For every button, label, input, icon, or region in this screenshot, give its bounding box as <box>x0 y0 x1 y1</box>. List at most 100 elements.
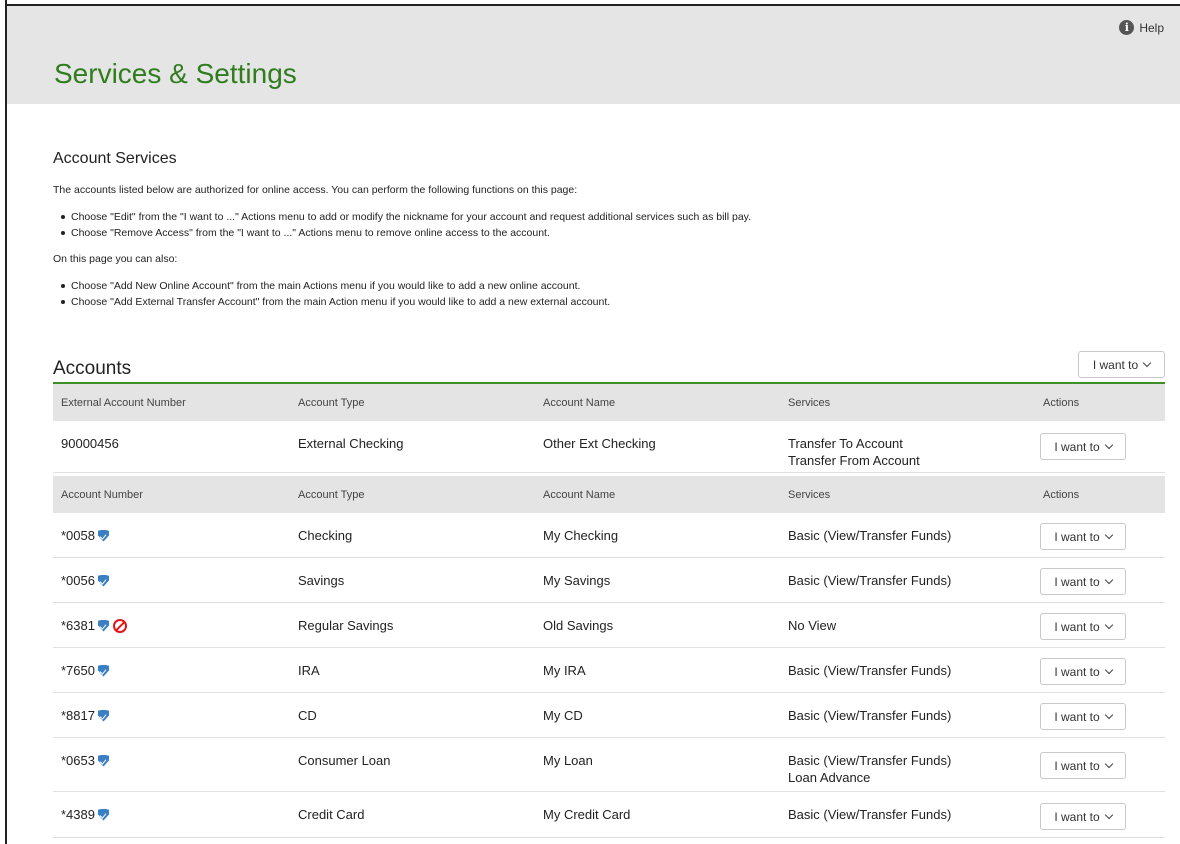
table-header: External Account Number Account Type Acc… <box>53 384 1165 421</box>
shield-icon <box>97 619 109 632</box>
online-accounts-table: Account Number Account Type Account Name… <box>53 476 1165 838</box>
account-number-cell: *0056 <box>53 558 298 589</box>
list-item: Choose "Add External Transfer Account" f… <box>61 294 1165 310</box>
column-header: Account Number <box>61 488 143 501</box>
actions-label: I want to <box>1054 439 1100 454</box>
account-number-cell: *7650 <box>53 648 298 679</box>
accounts-header: Accounts I want to <box>53 351 1165 384</box>
actions-label: I want to <box>1054 619 1100 634</box>
row-actions-dropdown[interactable]: I want to <box>1040 752 1126 779</box>
shield-icon <box>97 709 109 722</box>
info-icon: i <box>1119 20 1135 35</box>
services: No View <box>788 603 1043 634</box>
service-item: Transfer From Account <box>788 453 920 468</box>
table-row: *0058 Checking My Checking Basic (View/T… <box>53 513 1165 558</box>
chevron-down-icon <box>1104 665 1113 674</box>
chevron-down-icon <box>1104 440 1113 449</box>
accounts-title: Accounts <box>53 358 132 379</box>
account-number: *0653 <box>61 753 95 768</box>
account-name: My Checking <box>543 528 619 543</box>
service-item: Basic (View/Transfer Funds) <box>788 807 952 822</box>
chevron-down-icon <box>1104 575 1113 584</box>
shield-icon <box>97 754 109 767</box>
table-row: *0653 Consumer Loan My Loan Basic (View/… <box>53 738 1165 792</box>
service-item: Basic (View/Transfer Funds) <box>788 663 952 678</box>
main-actions-dropdown[interactable]: I want to <box>1078 351 1165 378</box>
chevron-down-icon <box>1104 759 1113 768</box>
list-item: Choose "Edit" from the "I want to ..." A… <box>61 209 1165 225</box>
external-accounts-table: External Account Number Account Type Acc… <box>53 384 1165 473</box>
services: Basic (View/Transfer Funds) Loan Advance <box>788 738 1043 786</box>
row-actions-dropdown[interactable]: I want to <box>1040 568 1126 595</box>
window-left-border <box>5 0 7 844</box>
account-name: Other Ext Checking <box>543 436 656 451</box>
account-number-cell: *6381 <box>53 603 298 634</box>
actions-label: I want to <box>1054 758 1100 773</box>
account-number: 90000456 <box>61 436 119 451</box>
service-item: Basic (View/Transfer Funds) <box>788 753 952 768</box>
account-type: Checking <box>298 528 353 543</box>
chevron-down-icon <box>1104 530 1113 539</box>
help-label: Help <box>1139 20 1164 35</box>
help-link[interactable]: i Help <box>1119 20 1164 35</box>
actions-label: I want to <box>1054 574 1100 589</box>
table-row: *0056 Savings My Savings Basic (View/Tra… <box>53 558 1165 603</box>
account-number: *8817 <box>61 708 95 723</box>
list-item: Choose "Add New Online Account" from the… <box>61 278 1165 294</box>
account-type: IRA <box>298 663 320 678</box>
also-text: On this page you can also: <box>53 253 178 265</box>
actions-label: I want to <box>1054 529 1100 544</box>
account-name: My CD <box>543 708 583 723</box>
account-number: *6381 <box>61 618 95 633</box>
chevron-down-icon <box>1104 620 1113 629</box>
row-actions-dropdown[interactable]: I want to <box>1040 613 1126 640</box>
account-type: External Checking <box>298 436 404 451</box>
account-number-cell: *8817 <box>53 693 298 724</box>
account-number-cell: *4389 <box>53 792 298 823</box>
account-name: My Savings <box>543 573 611 588</box>
services: Basic (View/Transfer Funds) <box>788 513 1043 544</box>
account-number: *4389 <box>61 807 95 822</box>
column-header: Actions <box>1043 488 1080 501</box>
account-type: Credit Card <box>298 807 365 822</box>
section-title: Account Services <box>53 150 177 167</box>
column-header: Account Name <box>543 488 616 501</box>
chevron-down-icon <box>1142 358 1152 367</box>
service-item: Basic (View/Transfer Funds) <box>788 528 952 543</box>
also-list: Choose "Add New Online Account" from the… <box>61 278 1165 310</box>
account-number: *0058 <box>61 528 95 543</box>
actions-label: I want to <box>1092 357 1139 372</box>
row-actions-dropdown[interactable]: I want to <box>1040 803 1126 830</box>
services: Transfer To Account Transfer From Accoun… <box>788 421 1043 469</box>
table-row: *8817 CD My CD Basic (View/Transfer Fund… <box>53 693 1165 738</box>
column-header: Account Type <box>298 396 365 409</box>
actions-label: I want to <box>1054 809 1100 824</box>
actions-label: I want to <box>1054 709 1100 724</box>
service-item: Basic (View/Transfer Funds) <box>788 708 952 723</box>
table-row: *7650 IRA My IRA Basic (View/Transfer Fu… <box>53 648 1165 693</box>
no-view-icon <box>112 618 127 633</box>
table-row: *4389 Credit Card My Credit Card Basic (… <box>53 792 1165 838</box>
account-services-section: Account Services The accounts listed bel… <box>53 150 1165 322</box>
shield-icon <box>97 529 109 542</box>
account-type: Consumer Loan <box>298 753 391 768</box>
page-title: Services & Settings <box>54 58 297 89</box>
row-actions-dropdown[interactable]: I want to <box>1040 658 1126 685</box>
chevron-down-icon <box>1104 810 1113 819</box>
column-header: External Account Number <box>61 396 186 409</box>
account-number-cell: *0058 <box>53 513 298 544</box>
row-actions-dropdown[interactable]: I want to <box>1040 433 1126 460</box>
intro-text: The accounts listed below are authorized… <box>53 184 578 196</box>
chevron-down-icon <box>1104 710 1113 719</box>
services: Basic (View/Transfer Funds) <box>788 558 1043 589</box>
row-actions-dropdown[interactable]: I want to <box>1040 703 1126 730</box>
account-number-cell: *0653 <box>53 738 298 769</box>
row-actions-dropdown[interactable]: I want to <box>1040 523 1126 550</box>
services: Basic (View/Transfer Funds) <box>788 792 1043 823</box>
account-type: Savings <box>298 573 345 588</box>
list-item: Choose "Remove Access" from the "I want … <box>61 225 1165 241</box>
column-header: Account Name <box>543 396 616 409</box>
functions-list: Choose "Edit" from the "I want to ..." A… <box>61 209 1165 241</box>
column-header: Account Type <box>298 488 365 501</box>
account-name: My Loan <box>543 753 593 768</box>
